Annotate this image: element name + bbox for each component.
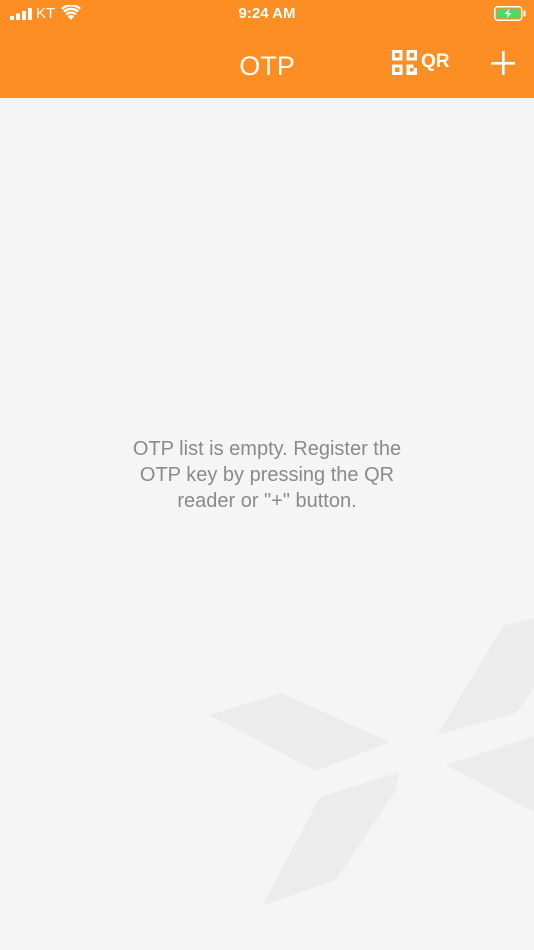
qr-code-icon [392,49,417,75]
status-time: 9:24 AM [238,5,296,22]
app-header: KT 9:24 AM OTP QR [0,0,534,98]
qr-reader-button[interactable]: QR [392,48,450,76]
empty-state-message: OTP list is empty. Register the OTP key … [132,438,402,512]
qr-button-label: QR [421,51,450,72]
status-bar: KT 9:24 AM [0,0,534,28]
plus-icon [491,51,515,75]
page-title: OTP [239,51,295,81]
add-otp-button[interactable] [486,46,520,80]
app-screen: KT 9:24 AM OTP QR OTP list is empty. Reg… [0,0,534,950]
logo-watermark-icon [209,618,534,906]
battery-charging-icon [494,6,526,21]
